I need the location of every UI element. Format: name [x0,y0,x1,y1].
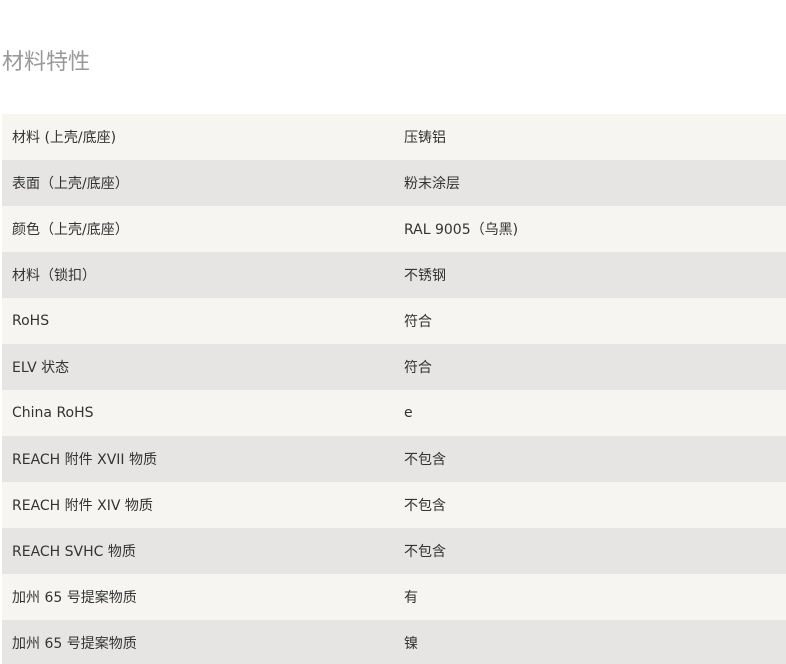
row-value: 符合 [404,360,432,376]
row-label: ELV 状态 [12,360,70,376]
row-label: 表面（上壳/底座） [12,176,129,192]
page: 材料特性 材料 (上壳/底座) 压铸铝 表面（上壳/底座） 粉末涂层 颜色（上壳… [0,0,786,664]
row-value: 不包含 [404,498,446,514]
row-value: 不包含 [404,452,446,468]
row-value: 不锈钢 [404,268,446,284]
table-row: 材料 (上壳/底座) 压铸铝 [2,114,786,160]
row-label: 加州 65 号提案物质 [12,636,137,652]
row-value: 压铸铝 [404,130,446,146]
row-label: 材料 (上壳/底座) [12,130,117,146]
table-row: REACH 附件 XIV 物质 不包含 [2,482,786,528]
section-title: 材料特性 [2,50,91,75]
table-row: ELV 状态 符合 [2,344,786,390]
table-row: 加州 65 号提案物质 有 [2,574,786,620]
table-row: REACH 附件 XVII 物质 不包含 [2,436,786,482]
row-value: 有 [404,590,418,606]
table-row: RoHS 符合 [2,298,786,344]
row-value: 不包含 [404,544,446,560]
row-label: RoHS [12,313,50,329]
table-row: REACH SVHC 物质 不包含 [2,528,786,574]
row-value: 符合 [404,314,432,330]
table-row: 颜色（上壳/底座） RAL 9005（乌黑) [2,206,786,252]
table-row: 加州 65 号提案物质 镍 [2,620,786,664]
table-row: China RoHS e [2,390,786,436]
row-label: 加州 65 号提案物质 [12,590,137,606]
row-value: 镍 [404,636,418,652]
table-row: 表面（上壳/底座） 粉末涂层 [2,160,786,206]
row-value: RAL 9005（乌黑) [404,222,519,238]
material-properties-table: 材料 (上壳/底座) 压铸铝 表面（上壳/底座） 粉末涂层 颜色（上壳/底座） … [2,114,786,664]
row-label: REACH 附件 XIV 物质 [12,498,153,514]
row-value: e [404,405,413,421]
row-label: 颜色（上壳/底座） [12,222,129,238]
table-row: 材料（锁扣） 不锈钢 [2,252,786,298]
row-value: 粉末涂层 [404,176,460,192]
row-label: REACH 附件 XVII 物质 [12,452,157,468]
row-label: 材料（锁扣） [12,268,96,284]
row-label: China RoHS [12,405,94,421]
row-label: REACH SVHC 物质 [12,544,136,560]
